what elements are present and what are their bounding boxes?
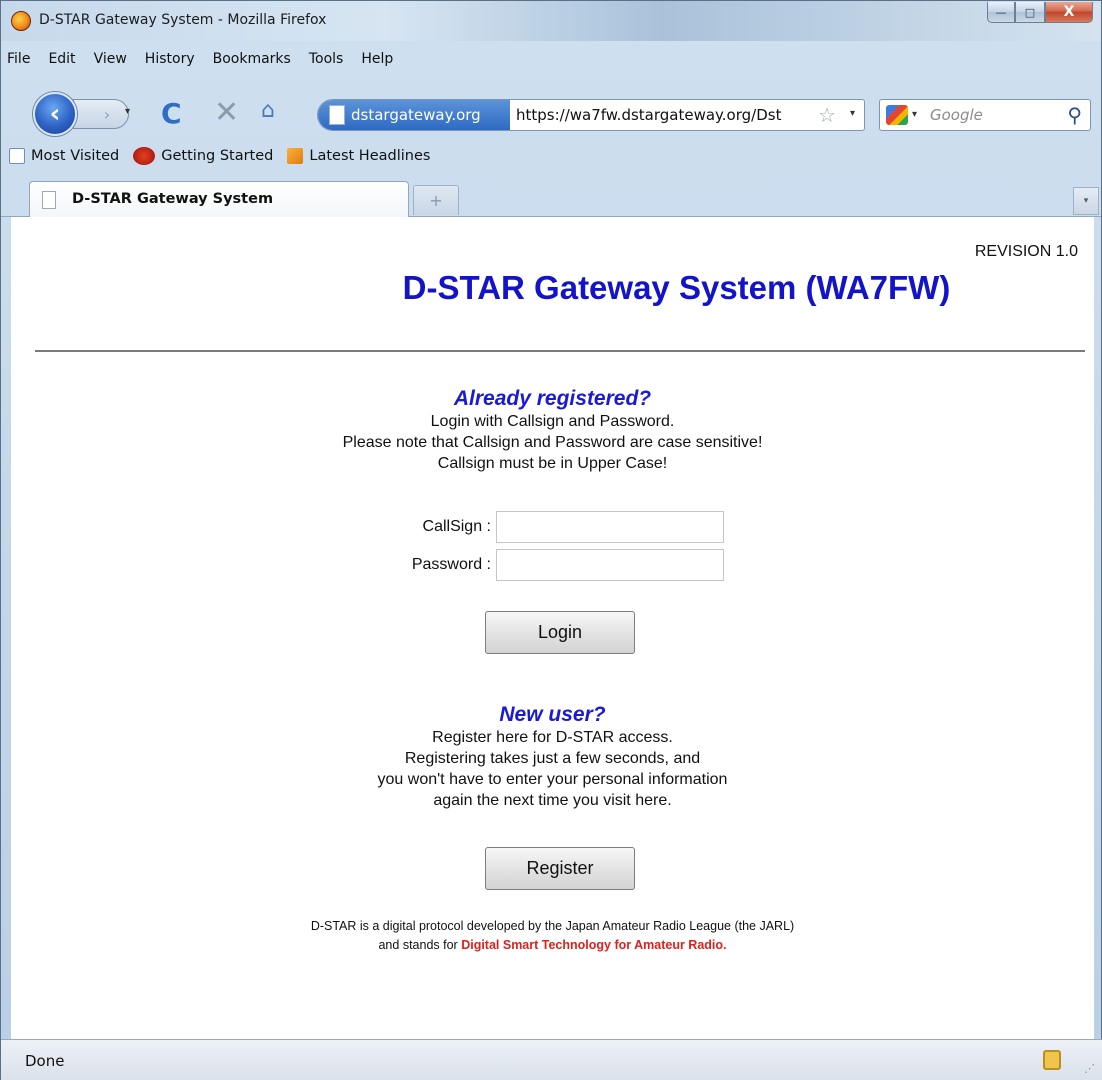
bookmark-getting-started[interactable]: Getting Started [133,147,273,165]
footnote-line-2: and stands for Digital Smart Technology … [11,936,1094,955]
url-text[interactable]: https://wa7fw.dstargateway.org/Dst [516,106,816,124]
close-button[interactable]: X [1045,2,1093,23]
search-engine-dropdown-icon[interactable]: ▾ [912,109,917,120]
history-dropdown-icon[interactable]: ▾ [125,106,130,117]
tab-label: D-STAR Gateway System [72,191,274,207]
title-bar: D-STAR Gateway System - Mozilla Firefox … [1,1,1101,41]
callsign-label: CallSign : [422,518,491,535]
resize-grip-icon[interactable]: ⋰ [1084,1062,1095,1075]
tab-list-button[interactable]: ▾ [1073,187,1099,215]
horizontal-divider [35,350,1085,352]
back-button[interactable]: ‹ [33,92,77,136]
login-heading: Already registered? [453,387,652,410]
revision-label: REVISION 1.0 [974,243,1078,260]
login-instruction-2: Please note that Callsign and Password a… [342,434,763,451]
maximize-button[interactable]: □ [1015,2,1045,23]
bookmark-most-visited[interactable]: Most Visited [9,148,119,164]
login-instruction-1: Login with Callsign and Password. [430,413,675,430]
password-row: Password : [11,549,1094,583]
status-bar: Done ⋰ [1,1039,1102,1080]
firefox-logo-icon [11,11,31,31]
tab-strip: D-STAR Gateway System + ▾ [1,181,1101,217]
new-user-text-2: Registering takes just a few seconds, an… [404,750,701,767]
callsign-row: CallSign : [11,511,1094,545]
new-user-text-1: Register here for D-STAR access. [432,729,673,746]
login-intro: Already registered? Login with Callsign … [11,387,1094,474]
home-icon[interactable]: ⌂ [261,98,275,123]
page-icon [329,105,345,125]
menu-help[interactable]: Help [361,51,393,67]
plus-icon: + [429,191,443,210]
minimize-button[interactable]: — [987,2,1015,23]
browser-window: D-STAR Gateway System - Mozilla Firefox … [0,0,1102,1080]
menu-file[interactable]: File [7,51,30,67]
forward-button[interactable]: › [73,99,129,129]
new-user-heading: New user? [499,703,606,726]
most-visited-icon [9,148,25,164]
search-engine-icon[interactable] [886,105,908,125]
window-title: D-STAR Gateway System - Mozilla Firefox [39,12,327,28]
dstar-footnote: D-STAR is a digital protocol developed b… [11,917,1094,955]
forward-arrow-icon: › [103,104,111,124]
new-user-intro: New user? Register here for D-STAR acces… [11,703,1094,811]
search-icon[interactable]: ⚲ [1067,103,1082,127]
chevron-down-icon: ▾ [1083,196,1089,206]
bookmark-latest-headlines[interactable]: Latest Headlines [287,148,430,164]
login-instruction-3: Callsign must be in Upper Case! [437,455,668,472]
url-dropdown-icon[interactable]: ▾ [850,108,855,119]
stop-icon[interactable]: ✕ [214,95,239,130]
footnote-prefix: and stands for [378,938,462,952]
bookmarks-toolbar: Most Visited Getting Started Latest Head… [9,147,430,165]
bookmark-star-icon[interactable]: ☆ [818,103,836,127]
firefox-getting-started-icon [133,147,156,165]
navigation-toolbar: › ‹ ▾ C ✕ ⌂ dstargateway.org https://wa7… [1,89,1101,136]
status-text: Done [25,1052,65,1070]
new-user-text-3: you won't have to enter your personal in… [377,771,728,788]
url-bar[interactable]: dstargateway.org https://wa7fw.dstargate… [317,99,865,131]
new-user-text-4: again the next time you visit here. [433,792,672,809]
menu-bar: File Edit View History Bookmarks Tools H… [7,51,393,67]
tab-dstar-gateway[interactable]: D-STAR Gateway System [29,181,409,217]
login-button[interactable]: Login [485,611,635,654]
search-bar[interactable]: ▾ Google ⚲ [879,99,1091,131]
menu-tools[interactable]: Tools [309,51,344,67]
footnote-line-1: D-STAR is a digital protocol developed b… [310,919,795,933]
reload-icon[interactable]: C [161,97,182,130]
site-identity-label: dstargateway.org [351,106,481,124]
back-arrow-icon: ‹ [49,99,61,129]
menu-history[interactable]: History [145,51,195,67]
search-input[interactable]: Google [930,106,983,124]
bookmark-label: Most Visited [31,148,120,164]
bookmark-label: Getting Started [161,148,274,164]
password-label: Password : [411,556,491,573]
menu-bookmarks[interactable]: Bookmarks [213,51,291,67]
page-icon [42,191,56,209]
site-identity-button[interactable]: dstargateway.org [318,100,510,130]
register-button[interactable]: Register [485,847,635,890]
bookmark-label: Latest Headlines [309,148,431,164]
password-input[interactable] [496,549,724,581]
page-content: REVISION 1.0 D-STAR Gateway System (WA7F… [11,217,1094,1039]
lock-icon[interactable] [1043,1050,1061,1070]
menu-edit[interactable]: Edit [48,51,75,67]
menu-view[interactable]: View [94,51,127,67]
new-tab-button[interactable]: + [413,185,459,215]
callsign-input[interactable] [496,511,724,543]
footnote-highlight: Digital Smart Technology for Amateur Rad… [461,938,727,952]
page-title: D-STAR Gateway System (WA7FW) [402,269,951,306]
rss-feed-icon [287,148,304,164]
window-controls: — □ X [987,2,1093,23]
